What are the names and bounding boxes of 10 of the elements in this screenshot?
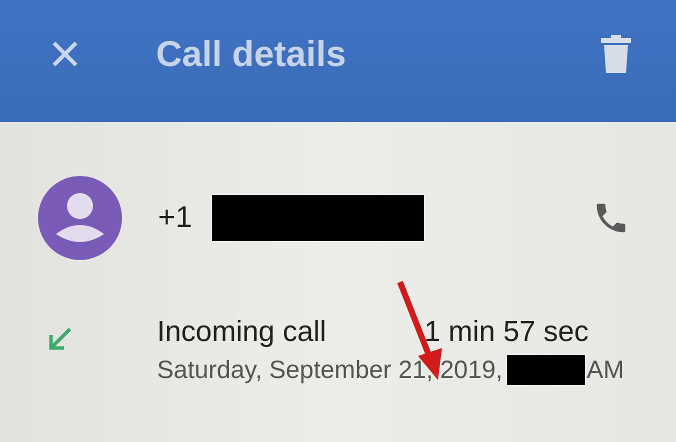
call-type: Incoming call: [157, 316, 326, 349]
call-time-suffix: AM: [586, 356, 624, 384]
avatar-icon: [38, 176, 122, 260]
phone-number: +1: [158, 201, 192, 235]
screen-title: Call details: [156, 33, 348, 75]
call-date: Saturday, September 21, 2019,: [157, 356, 503, 384]
incoming-arrow-icon: [47, 326, 73, 352]
call-duration: 1 min 57 sec: [424, 316, 589, 349]
trash-icon[interactable]: [601, 35, 631, 73]
close-icon[interactable]: [50, 39, 80, 69]
